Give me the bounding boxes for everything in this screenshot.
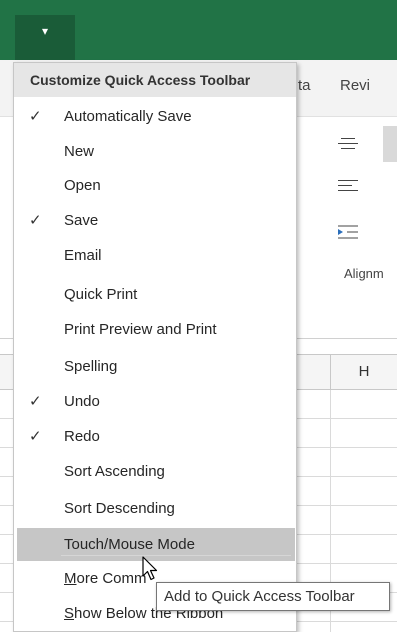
alignment-group-label: Alignm (344, 266, 384, 281)
customize-qat-menu: Customize Quick Access Toolbar ✓ Automat… (13, 62, 297, 632)
increase-indent-icon[interactable] (338, 224, 358, 240)
column-header-h[interactable]: H (330, 354, 397, 390)
menu-item-sort-ascending[interactable]: Sort Ascending (17, 455, 295, 488)
checkmark-icon: ✓ (29, 108, 42, 125)
mnemonic-letter: S (64, 605, 75, 622)
align-justify-icon[interactable] (338, 180, 358, 196)
align-center-icon[interactable] (338, 138, 358, 154)
menu-item-print-preview[interactable]: Print Preview and Print (17, 313, 295, 346)
customize-qat-button[interactable]: ▾ (15, 15, 75, 60)
menu-item-open[interactable]: Open (17, 169, 295, 202)
menu-item-email[interactable]: Email (17, 239, 295, 272)
chevron-down-icon: ▾ (41, 24, 49, 38)
ribbon-button-partial[interactable] (383, 126, 397, 162)
menu-item-spelling[interactable]: Spelling (17, 350, 295, 383)
checkmark-icon: ✓ (29, 428, 42, 445)
menu-item-save[interactable]: ✓ Save (17, 204, 295, 237)
mouse-pointer-icon (142, 556, 158, 581)
tab-review-partial[interactable]: Revi (340, 77, 370, 94)
menu-item-new[interactable]: New (17, 135, 295, 168)
tab-data-partial[interactable]: ta (298, 77, 311, 94)
menu-item-undo[interactable]: ✓ Undo (17, 385, 295, 418)
checkmark-icon: ✓ (29, 212, 42, 229)
menu-separator (61, 555, 291, 556)
menu-item-automatically-save[interactable]: ✓ Automatically Save (17, 100, 295, 133)
menu-title: Customize Quick Access Toolbar (14, 63, 296, 97)
mnemonic-letter: M (64, 570, 77, 587)
menu-item-sort-descending[interactable]: Sort Descending (17, 492, 295, 525)
menu-item-quick-print[interactable]: Quick Print (17, 278, 295, 311)
checkmark-icon: ✓ (29, 393, 42, 410)
menu-item-redo[interactable]: ✓ Redo (17, 420, 295, 453)
tooltip: Add to Quick Access Toolbar (156, 582, 390, 611)
more-commands-label: ore Comm (76, 570, 147, 587)
